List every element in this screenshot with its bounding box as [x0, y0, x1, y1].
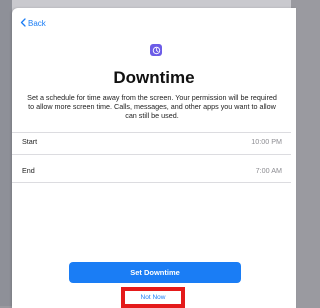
back-label: Back	[28, 19, 46, 28]
not-now-button[interactable]: Not Now	[141, 294, 166, 301]
start-label: Start	[22, 137, 38, 146]
highlight-box: Not Now	[121, 287, 185, 308]
page-title: Downtime	[113, 68, 195, 87]
start-time-value: 10:00 PM	[251, 137, 282, 146]
background-sidebar-strip	[0, 0, 12, 306]
set-downtime-button[interactable]: Set Downtime	[69, 262, 241, 283]
description-text: Set a schedule for time away from the sc…	[27, 93, 277, 121]
downtime-sheet: Back Downtime Set a schedule for time aw…	[12, 8, 296, 308]
back-button[interactable]: Back	[20, 18, 46, 29]
end-label: End	[22, 166, 35, 175]
divider	[12, 132, 291, 133]
chevron-left-icon	[20, 18, 26, 29]
hourglass-icon	[150, 44, 162, 56]
divider	[12, 154, 291, 155]
end-time-value: 7:00 AM	[255, 166, 282, 175]
divider	[12, 182, 291, 183]
